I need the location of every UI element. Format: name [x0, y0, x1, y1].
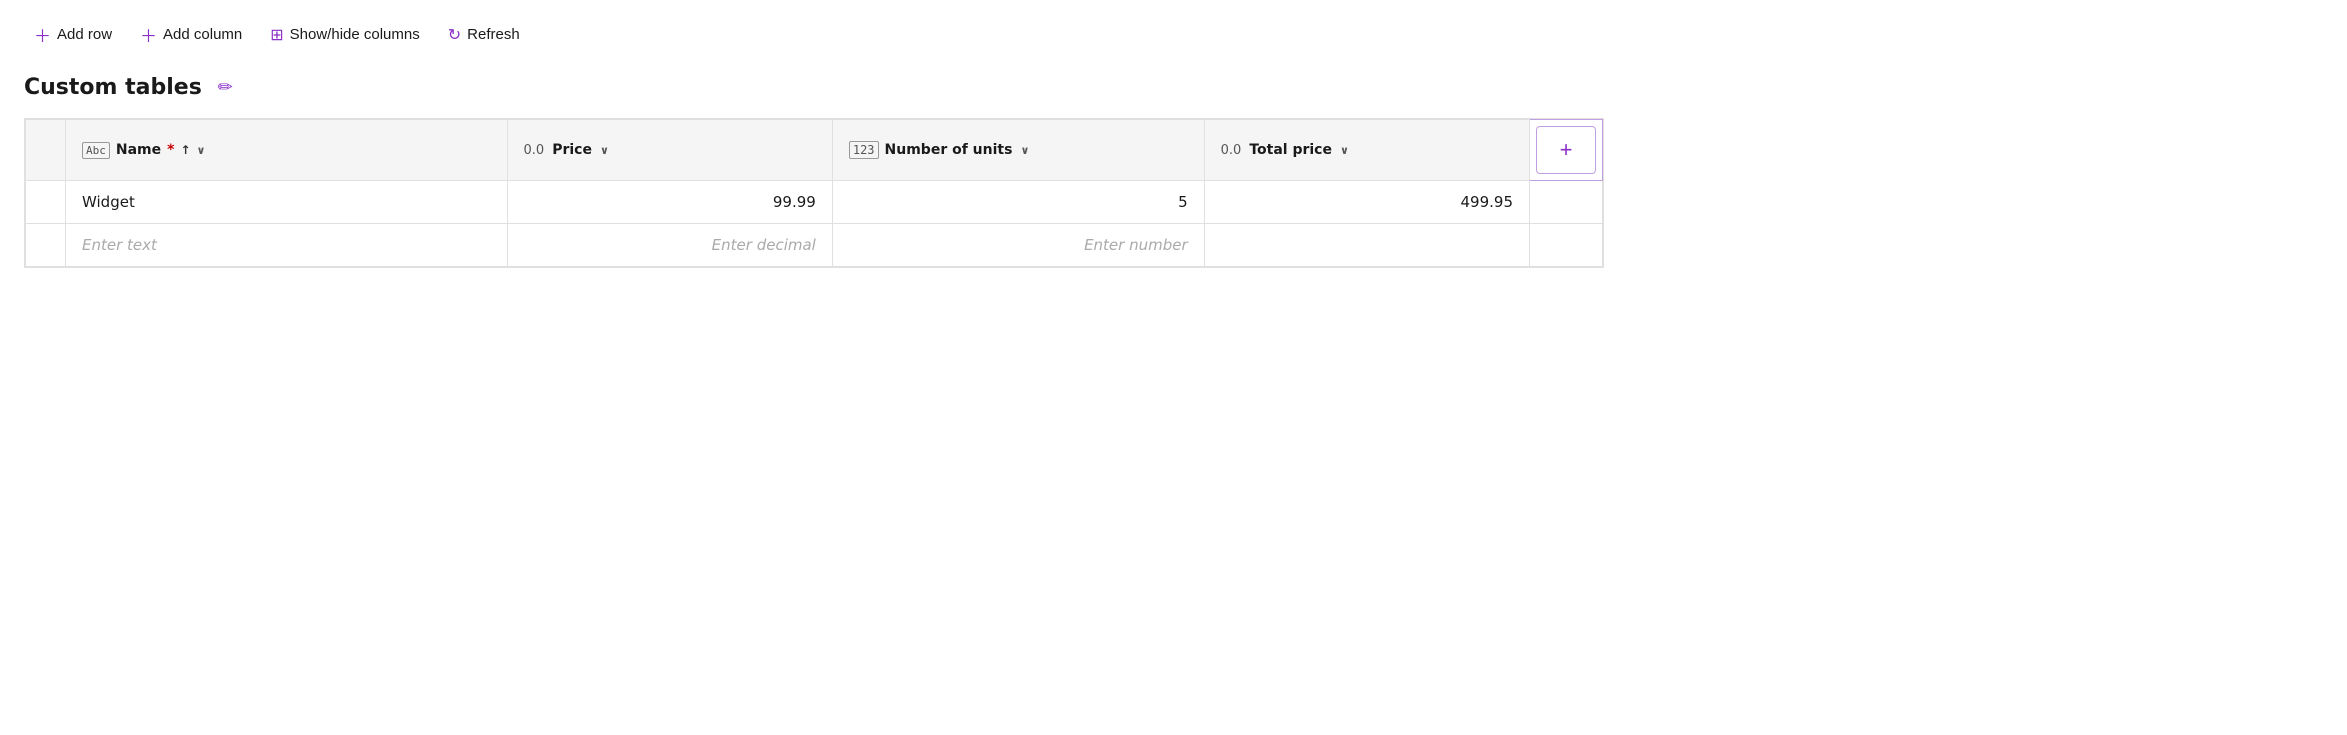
table-row-empty: Enter text Enter decimal Enter number: [26, 224, 1603, 267]
plus-icon: ＋: [34, 22, 51, 47]
page-title: Custom tables: [24, 75, 202, 100]
total-type-icon: 0.0: [1221, 143, 1242, 158]
name-placeholder: Enter text: [82, 236, 157, 254]
cell-add-empty: [1530, 224, 1603, 267]
table-row: Widget 99.99 5 499.95: [26, 181, 1603, 224]
col-header-name[interactable]: Abc Name * ↑ ∨: [66, 120, 508, 181]
add-column-header[interactable]: +: [1530, 120, 1603, 181]
edit-title-button[interactable]: ✏: [214, 73, 237, 102]
add-column-label: Add column: [163, 26, 242, 43]
col-total-label: Total price: [1249, 142, 1332, 158]
show-hide-label: Show/hide columns: [290, 26, 420, 43]
price-chevron-icon[interactable]: ∨: [600, 144, 609, 157]
required-star: *: [167, 142, 174, 158]
show-hide-button[interactable]: ⊞ Show/hide columns: [260, 19, 429, 51]
cell-units-1[interactable]: 5: [832, 181, 1204, 224]
page-title-row: Custom tables ✏: [24, 73, 2323, 102]
col-header-price[interactable]: 0.0 Price ∨: [507, 120, 832, 181]
cell-name-placeholder[interactable]: Enter text: [66, 224, 508, 267]
add-row-button[interactable]: ＋ Add row: [24, 16, 122, 53]
col-header-total-price[interactable]: 0.0 Total price ∨: [1204, 120, 1529, 181]
name-value: Widget: [82, 193, 135, 211]
units-placeholder: Enter number: [1084, 236, 1188, 254]
col-price-label: Price: [552, 142, 592, 158]
cell-name-1[interactable]: Widget: [66, 181, 508, 224]
refresh-label: Refresh: [467, 26, 520, 43]
chevron-down-icon[interactable]: ∨: [197, 144, 206, 157]
col-header-number-of-units[interactable]: 123 Number of units ∨: [832, 120, 1204, 181]
row-selector-header: [26, 120, 66, 181]
plus-icon-col: ＋: [140, 22, 157, 47]
pencil-icon: ✏: [218, 77, 233, 98]
toolbar: ＋ Add row ＋ Add column ⊞ Show/hide colum…: [24, 16, 2323, 53]
cell-price-1[interactable]: 99.99: [507, 181, 832, 224]
cell-add-1: [1530, 181, 1603, 224]
table-header-row: Abc Name * ↑ ∨ 0.0 Price ∨: [26, 120, 1603, 181]
data-table: Abc Name * ↑ ∨ 0.0 Price ∨: [25, 119, 1603, 267]
show-hide-icon: ⊞: [270, 25, 283, 45]
name-type-icon: Abc: [82, 142, 110, 159]
cell-units-placeholder[interactable]: Enter number: [832, 224, 1204, 267]
units-type-icon: 123: [849, 141, 879, 159]
plus-icon-header: +: [1560, 137, 1573, 163]
cell-total-placeholder[interactable]: [1204, 224, 1529, 267]
cell-price-placeholder[interactable]: Enter decimal: [507, 224, 832, 267]
price-value: 99.99: [773, 193, 816, 211]
data-table-wrapper: Abc Name * ↑ ∨ 0.0 Price ∨: [24, 118, 1604, 268]
cell-total-1[interactable]: 499.95: [1204, 181, 1529, 224]
col-units-label: Number of units: [885, 142, 1013, 158]
units-chevron-icon[interactable]: ∨: [1020, 144, 1029, 157]
refresh-button[interactable]: ↻ Refresh: [438, 19, 530, 51]
price-type-icon: 0.0: [524, 143, 545, 158]
total-chevron-icon[interactable]: ∨: [1340, 144, 1349, 157]
sort-asc-icon: ↑: [180, 143, 190, 157]
row-selector-cell: [26, 181, 66, 224]
refresh-icon: ↻: [448, 25, 461, 45]
price-placeholder: Enter decimal: [712, 236, 816, 254]
empty-row-selector: [26, 224, 66, 267]
add-column-button[interactable]: ＋ Add column: [130, 16, 252, 53]
units-value: 5: [1178, 193, 1188, 211]
add-row-label: Add row: [57, 26, 112, 43]
total-value: 499.95: [1461, 193, 1514, 211]
col-name-label: Name: [116, 142, 161, 158]
add-column-header-button[interactable]: +: [1536, 126, 1596, 174]
